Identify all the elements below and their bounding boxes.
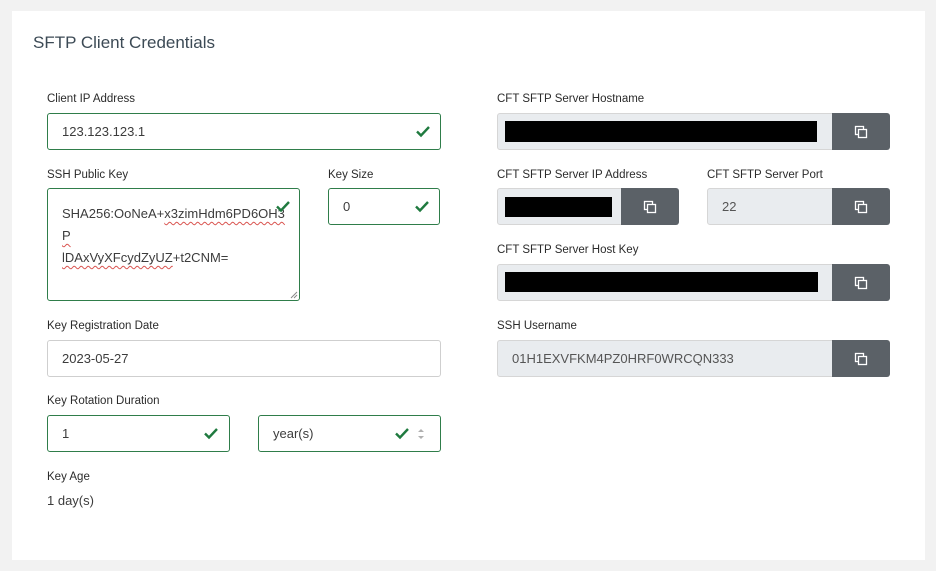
ssh-username-value: 01H1EXVFKM4PZ0HRF0WRCQN333 (512, 351, 734, 366)
redacted-hostname (505, 121, 817, 142)
ssh-key-line1-prefix: SHA256:OoNeA+ (62, 206, 165, 221)
key-rotation-duration-label: Key Rotation Duration (47, 395, 160, 407)
server-host-key-label: CFT SFTP Server Host Key (497, 244, 639, 256)
key-rotation-duration-value: 1 (62, 426, 70, 441)
ssh-key-line2-b: +t2CNM= (172, 250, 229, 265)
page-title: SFTP Client Credentials (33, 33, 216, 52)
copy-server-ip-button[interactable] (621, 188, 679, 225)
redacted-server-ip (505, 197, 612, 217)
resize-handle-icon[interactable] (290, 291, 298, 299)
key-rotation-unit-select[interactable]: year(s) (258, 415, 441, 452)
key-registration-date-label: Key Registration Date (47, 320, 159, 332)
credentials-card: SFTP Client Credentials Client IP Addres… (12, 11, 925, 560)
ssh-public-key-label: SSH Public Key (47, 169, 129, 181)
client-ip-value: 123.123.123.1 (62, 124, 146, 139)
key-rotation-unit-value: year(s) (273, 426, 314, 441)
valid-check-icon (416, 126, 430, 138)
server-hostname-label: CFT SFTP Server Hostname (497, 93, 645, 105)
client-ip-input[interactable]: 123.123.123.1 (47, 113, 441, 150)
key-registration-date-input[interactable]: 2023-05-27 (47, 340, 441, 377)
copy-icon (854, 352, 868, 365)
key-size-value: 0 (343, 199, 351, 214)
key-registration-date-value: 2023-05-27 (62, 351, 129, 366)
ssh-public-key-textarea[interactable]: SHA256:OoNeA+x3zimHdm6PD6OH3P lDAxVyXFcy… (47, 188, 300, 301)
client-ip-label: Client IP Address (47, 93, 136, 105)
ssh-username-label: SSH Username (497, 320, 577, 332)
server-port-label: CFT SFTP Server Port (707, 169, 823, 181)
valid-check-icon (204, 428, 218, 440)
copy-server-port-button[interactable] (832, 188, 890, 225)
server-ip-label: CFT SFTP Server IP Address (497, 169, 648, 181)
copy-hostname-button[interactable] (832, 113, 890, 150)
valid-check-icon (415, 201, 429, 213)
ssh-username-field: 01H1EXVFKM4PZ0HRF0WRCQN333 (497, 340, 833, 377)
server-port-field: 22 (707, 188, 833, 225)
server-port-value: 22 (722, 199, 737, 214)
copy-icon (643, 200, 657, 213)
key-age-label: Key Age (47, 471, 90, 483)
copy-ssh-username-button[interactable] (832, 340, 890, 377)
select-arrows-icon (418, 429, 424, 439)
copy-icon (854, 276, 868, 289)
copy-icon (854, 200, 868, 213)
valid-check-icon (276, 201, 290, 213)
key-size-label: Key Size (328, 169, 374, 181)
key-age-value: 1 day(s) (47, 493, 94, 508)
copy-icon (854, 125, 868, 138)
redacted-host-key (505, 272, 818, 292)
copy-host-key-button[interactable] (832, 264, 890, 301)
ssh-key-line2-a: lDAxVyXFcydZyUZ (62, 250, 173, 265)
valid-check-icon (395, 428, 409, 440)
